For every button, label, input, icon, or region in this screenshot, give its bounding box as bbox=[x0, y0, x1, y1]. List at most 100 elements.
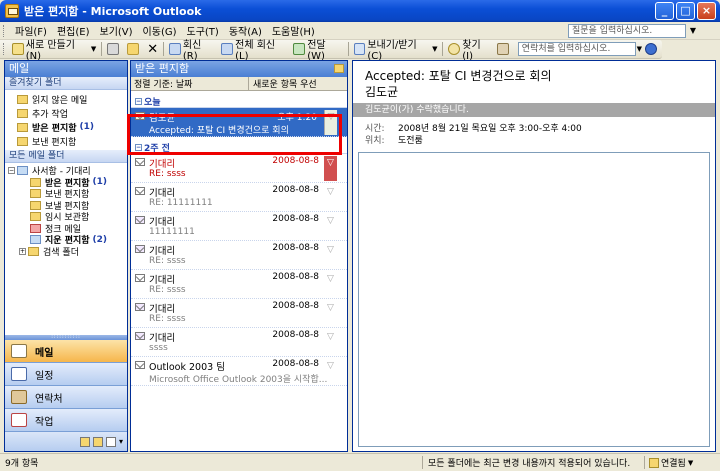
send-receive-icon bbox=[353, 43, 366, 55]
message-body[interactable] bbox=[358, 152, 710, 447]
unread-count: (2) bbox=[92, 234, 108, 245]
help-icon bbox=[645, 43, 658, 55]
sort-by-date[interactable]: 정렬 기준: 날짜 bbox=[131, 77, 249, 90]
favorite-unread-mail[interactable]: 읽지 않은 메일 bbox=[5, 92, 127, 106]
group-today[interactable]: − 오늘 bbox=[131, 95, 347, 108]
shortcuts-icon[interactable] bbox=[105, 436, 116, 447]
toolbar-grip[interactable] bbox=[3, 43, 6, 55]
move-to-folder-button[interactable] bbox=[124, 41, 144, 58]
notes-icon[interactable] bbox=[79, 436, 90, 447]
all-mail-folders-header[interactable]: 모든 메일 폴더 bbox=[5, 150, 127, 163]
nav-calendar-button[interactable]: 일정 bbox=[5, 363, 127, 386]
menu-grip[interactable] bbox=[3, 24, 6, 37]
flag-icon[interactable]: ▽ bbox=[324, 110, 337, 135]
flag-icon[interactable]: ▽ bbox=[324, 272, 337, 297]
new-button[interactable]: 새로 만들기(N) ▼ bbox=[9, 40, 99, 62]
favorites-header[interactable]: 즐겨찾기 폴더 bbox=[5, 77, 127, 90]
outbox-folder-icon bbox=[30, 200, 41, 210]
reply-all-button[interactable]: 전체 회신(L) bbox=[218, 40, 290, 62]
message-item[interactable]: 기대리 2008-08-8 RE: 11111111 ▽ bbox=[131, 183, 347, 212]
connection-dropdown-icon[interactable]: ▼ bbox=[688, 459, 693, 467]
flag-icon[interactable]: ▽ bbox=[324, 243, 337, 268]
message-date: 2008-08-8 bbox=[272, 301, 319, 311]
folder-list-icon[interactable] bbox=[92, 436, 103, 447]
sort-order[interactable]: 새로운 항목 우선 bbox=[249, 77, 317, 90]
reply-all-icon bbox=[221, 43, 234, 55]
message-item[interactable]: Outlook 2003 팀 2008-08-8 Microsoft Offic… bbox=[131, 357, 347, 386]
meeting-details: 시간: 2008년 8월 21일 목요일 오후 3:00-오후 4:00 위치:… bbox=[353, 117, 715, 146]
message-item-selected[interactable]: 김도균 오후 1:20 Accepted: 포탈 CI 변경건으로 회의 ▽ bbox=[131, 108, 347, 137]
help-button[interactable] bbox=[642, 41, 662, 58]
forward-button[interactable]: 전달(W) bbox=[290, 40, 345, 62]
collapse-toggle-icon[interactable]: − bbox=[135, 97, 142, 105]
inbox-folder-icon bbox=[17, 122, 28, 132]
message-item[interactable]: 기대리 2008-08-8 RE: ssss ▽ bbox=[131, 154, 347, 183]
title-bar: 받은 편지함 - Microsoft Outlook _ □ × bbox=[0, 0, 720, 22]
help-question-input[interactable]: 질문을 입력하십시오. bbox=[568, 24, 686, 38]
configure-buttons-icon[interactable]: ▾ bbox=[119, 437, 123, 446]
connection-status[interactable]: 연결됨 ▼ bbox=[644, 456, 693, 469]
favorite-sent-items[interactable]: 보낸 편지함 bbox=[5, 134, 127, 148]
find-contact-input[interactable]: 연락처를 입력하십시오. bbox=[517, 42, 636, 56]
message-item[interactable]: 기대리 2008-08-8 RE: ssss ▽ bbox=[131, 241, 347, 270]
address-book-button[interactable] bbox=[494, 41, 514, 58]
nav-contacts-button[interactable]: 연락처 bbox=[5, 386, 127, 409]
collapse-toggle-icon[interactable]: − bbox=[8, 167, 15, 175]
nav-buttons-area: ::::::::::: 메일 일정 연락처 작업 ▾ bbox=[5, 335, 127, 451]
message-subject: ssss bbox=[149, 343, 168, 353]
message-item[interactable]: 기대리 2008-08-8 11111111 ▽ bbox=[131, 212, 347, 241]
favorite-follow-up[interactable]: 추가 작업 bbox=[5, 106, 127, 120]
address-book-icon bbox=[496, 43, 509, 55]
flag-icon[interactable]: ▽ bbox=[324, 214, 337, 239]
expand-toggle-icon[interactable]: + bbox=[19, 247, 26, 255]
menu-go[interactable]: 이동(G) bbox=[138, 23, 182, 38]
flag-icon[interactable]: ▽ bbox=[324, 330, 337, 355]
message-item[interactable]: 기대리 2008-08-8 RE: ssss ▽ bbox=[131, 299, 347, 328]
flag-icon[interactable]: ▽ bbox=[324, 185, 337, 210]
find-icon bbox=[448, 43, 461, 55]
reply-all-button-label: 전체 회신(L) bbox=[235, 40, 276, 62]
calendar-icon bbox=[11, 367, 27, 381]
new-mail-icon bbox=[11, 43, 24, 55]
message-list-pane: 받은 편지함 정렬 기준: 날짜 새로운 항목 우선 − 오늘 김도균 오후 1… bbox=[130, 60, 348, 452]
read-envelope-icon bbox=[135, 361, 145, 369]
group-two-weeks-ago[interactable]: − 2주 전 bbox=[131, 141, 347, 154]
collapse-toggle-icon[interactable]: − bbox=[135, 143, 142, 151]
close-button[interactable]: × bbox=[697, 2, 716, 20]
flag-icon[interactable]: ▽ bbox=[324, 359, 337, 384]
help-dropdown-icon[interactable]: ▼ bbox=[688, 24, 698, 38]
sync-status: 모든 폴더에는 최근 변경 내용까지 적용되어 있습니다. bbox=[422, 456, 644, 469]
message-sender: Outlook 2003 팀 bbox=[149, 362, 225, 373]
favorite-label: 보낸 편지함 bbox=[32, 137, 77, 148]
message-item[interactable]: 기대리 2008-08-8 ssss ▽ bbox=[131, 328, 347, 357]
flag-icon[interactable]: ▽ bbox=[324, 301, 337, 326]
delete-button[interactable]: ✕ bbox=[144, 41, 161, 58]
move-folder-icon bbox=[127, 43, 140, 55]
nav-tasks-button[interactable]: 작업 bbox=[5, 409, 127, 432]
print-button[interactable] bbox=[104, 41, 124, 58]
read-envelope-icon bbox=[135, 187, 145, 195]
flag-icon[interactable]: ▽ bbox=[324, 156, 337, 181]
replied-envelope-icon bbox=[135, 303, 145, 311]
folder-label: 검색 폴더 bbox=[43, 247, 79, 258]
send-receive-dropdown-icon[interactable]: ▼ bbox=[432, 45, 437, 53]
favorite-inbox[interactable]: 받은 편지함 (1) bbox=[5, 120, 127, 134]
nav-mail-button[interactable]: 메일 bbox=[5, 340, 127, 363]
replied-envelope-icon bbox=[135, 216, 145, 224]
reading-subject: Accepted: 포탈 CI 변경건으로 회의 bbox=[365, 69, 552, 83]
minimize-button[interactable]: _ bbox=[655, 2, 674, 20]
folder-search-folders[interactable]: + 검색 폴더 bbox=[5, 246, 127, 258]
reading-sender[interactable]: 김도균 bbox=[365, 84, 715, 100]
connection-icon bbox=[649, 457, 659, 468]
forward-icon bbox=[293, 43, 306, 55]
find-button[interactable]: 찾기(I) bbox=[445, 40, 493, 62]
message-date: 2008-08-8 bbox=[272, 243, 319, 253]
sort-bar: 정렬 기준: 날짜 새로운 항목 우선 bbox=[131, 77, 347, 91]
send-receive-button[interactable]: 보내기/받기(C) ▼ bbox=[351, 40, 441, 62]
reply-button[interactable]: 회신(R) bbox=[166, 40, 218, 62]
message-item[interactable]: 기대리 2008-08-8 RE: ssss ▽ bbox=[131, 270, 347, 299]
new-dropdown-icon[interactable]: ▼ bbox=[91, 45, 96, 53]
print-icon bbox=[107, 43, 120, 55]
menu-view[interactable]: 보기(V) bbox=[95, 23, 138, 38]
maximize-button[interactable]: □ bbox=[676, 2, 695, 20]
